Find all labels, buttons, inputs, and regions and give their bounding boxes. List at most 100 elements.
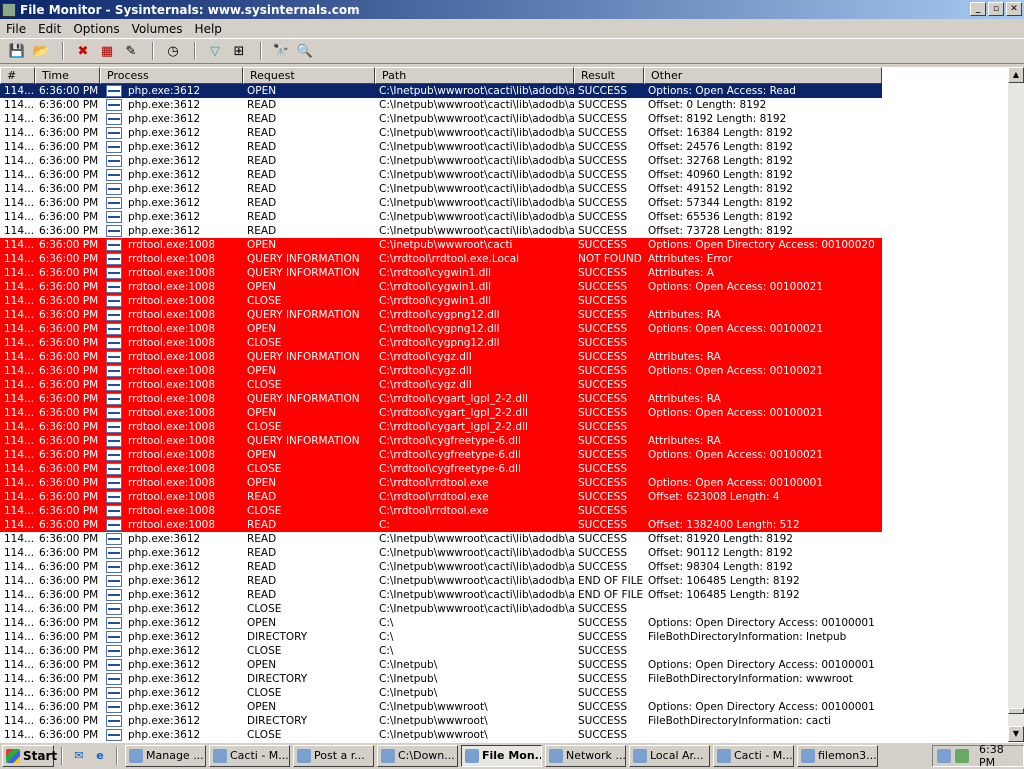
table-row[interactable]: 114... 6:36:00 PM php.exe:3612 DIRECTORY C:\… [0, 630, 1008, 644]
capture-icon[interactable]: ✖ [72, 41, 94, 61]
table-row[interactable]: 114... 6:36:00 PM php.exe:3612 READ C:\Inetp… [0, 588, 1008, 602]
table-row[interactable]: 114... 6:36:00 PM php.exe:3612 OPEN C:\Inetp… [0, 84, 1008, 98]
taskbar-button[interactable]: Cacti - M... [209, 744, 290, 767]
table-row[interactable]: 114... 6:36:00 PM rrdtool.exe:1008 OPEN C:\r… [0, 476, 1008, 490]
event-list[interactable]: # Time Process Request Path Result Other… [0, 67, 1008, 742]
table-row[interactable]: 114... 6:36:00 PM rrdtool.exe:1008 READ C:\r… [0, 490, 1008, 504]
cell-path-text: C:\rrdtool\cygpng12.dll [379, 309, 500, 321]
table-row[interactable]: 114... 6:36:00 PM php.exe:3612 READ C:\Inetp… [0, 532, 1008, 546]
taskbar-button[interactable]: Post a r... [293, 744, 374, 767]
table-row[interactable]: 114... 6:36:00 PM php.exe:3612 READ C:\Inetp… [0, 112, 1008, 126]
table-row[interactable]: 114... 6:36:00 PM php.exe:3612 READ C:\Inetp… [0, 168, 1008, 182]
quicklaunch-ie-icon[interactable]: e [91, 747, 109, 765]
quicklaunch-outlook-icon[interactable]: ✉ [70, 747, 88, 765]
taskbar-button[interactable]: File Mon... [461, 744, 542, 767]
vertical-scrollbar[interactable]: ▲ ▼ [1008, 67, 1024, 742]
cell-request: READ [243, 168, 375, 182]
menu-edit[interactable]: Edit [32, 22, 67, 36]
table-row[interactable]: 114... 6:36:00 PM rrdtool.exe:1008 OPEN C:\r… [0, 322, 1008, 336]
table-row[interactable]: 114... 6:36:00 PM php.exe:3612 OPEN C:\Inetp… [0, 700, 1008, 714]
header-time[interactable]: Time [35, 67, 100, 84]
table-row[interactable]: 114... 6:36:00 PM php.exe:3612 OPEN C:\ SUCCE… [0, 616, 1008, 630]
table-row[interactable]: 114... 6:36:00 PM rrdtool.exe:1008 CLOSE C:\… [0, 336, 1008, 350]
table-row[interactable]: 114... 6:36:00 PM rrdtool.exe:1008 OPEN C:\r… [0, 406, 1008, 420]
table-row[interactable]: 114... 6:36:00 PM rrdtool.exe:1008 READ C: SU… [0, 518, 1008, 532]
table-row[interactable]: 114... 6:36:00 PM php.exe:3612 CLOSE C:\Inet… [0, 728, 1008, 742]
taskbar-button[interactable]: Network ... [545, 744, 626, 767]
table-row[interactable]: 114... 6:36:00 PM rrdtool.exe:1008 CLOSE C:\… [0, 420, 1008, 434]
time-icon[interactable]: ◷ [162, 41, 184, 61]
start-button[interactable]: Start [2, 744, 57, 767]
table-row[interactable]: 114... 6:36:00 PM php.exe:3612 READ C:\Inetp… [0, 560, 1008, 574]
tray-app-icon[interactable] [955, 748, 969, 763]
table-row[interactable]: 114... 6:36:00 PM php.exe:3612 READ C:\Inetp… [0, 182, 1008, 196]
table-row[interactable]: 114... 6:36:00 PM rrdtool.exe:1008 QUERY IN… [0, 434, 1008, 448]
table-row[interactable]: 114... 6:36:00 PM rrdtool.exe:1008 CLOSE C:\… [0, 294, 1008, 308]
header-request[interactable]: Request [243, 67, 375, 84]
header-process[interactable]: Process [100, 67, 243, 84]
menu-volumes[interactable]: Volumes [126, 22, 189, 36]
taskbar-button[interactable]: C:\Down... [377, 744, 458, 767]
table-row[interactable]: 114... 6:36:00 PM rrdtool.exe:1008 OPEN C:\i… [0, 238, 1008, 252]
table-row[interactable]: 114... 6:36:00 PM php.exe:3612 CLOSE C:\ SUCC… [0, 644, 1008, 658]
header-other[interactable]: Other [644, 67, 882, 84]
table-row[interactable]: 114... 6:36:00 PM php.exe:3612 READ C:\Inetp… [0, 196, 1008, 210]
scroll-down-button[interactable]: ▼ [1008, 726, 1024, 742]
taskbar-button[interactable]: Local Ar... [629, 744, 710, 767]
table-row[interactable]: 114... 6:36:00 PM php.exe:3612 READ C:\Inetp… [0, 546, 1008, 560]
cell-other: Offset: 8192 Length: 8192 [644, 112, 882, 126]
table-row[interactable]: 114... 6:36:00 PM rrdtool.exe:1008 OPEN C:\r… [0, 448, 1008, 462]
table-row[interactable]: 114... 6:36:00 PM php.exe:3612 READ C:\Inetp… [0, 574, 1008, 588]
table-row[interactable]: 114... 6:36:00 PM php.exe:3612 DIRECTORY C:\… [0, 714, 1008, 728]
taskbar-button[interactable]: Manage ... [125, 744, 206, 767]
table-row[interactable]: 114... 6:36:00 PM php.exe:3612 CLOSE C:\Inet… [0, 686, 1008, 700]
table-row[interactable]: 114... 6:36:00 PM php.exe:3612 READ C:\Inetp… [0, 210, 1008, 224]
autoscroll-icon[interactable]: ▦ [96, 41, 118, 61]
network-tray-icon[interactable] [937, 748, 951, 763]
table-row[interactable]: 114... 6:36:00 PM php.exe:3612 READ C:\Inetp… [0, 126, 1008, 140]
table-row[interactable]: 114... 6:36:00 PM rrdtool.exe:1008 CLOSE C:\… [0, 462, 1008, 476]
cell-process-text: php.exe:3612 [128, 183, 201, 195]
menu-help[interactable]: Help [189, 22, 228, 36]
table-row[interactable]: 114... 6:36:00 PM rrdtool.exe:1008 QUERY IN… [0, 266, 1008, 280]
taskbar-button[interactable]: filemon3... [797, 744, 878, 767]
table-row[interactable]: 114... 6:36:00 PM rrdtool.exe:1008 QUERY IN… [0, 392, 1008, 406]
save-icon[interactable]: 💾 [6, 41, 28, 61]
table-row[interactable]: 114... 6:36:00 PM php.exe:3612 READ C:\Inetp… [0, 224, 1008, 238]
table-row[interactable]: 114... 6:36:00 PM php.exe:3612 DIRECTORY C:\… [0, 672, 1008, 686]
table-row[interactable]: 114... 6:36:00 PM rrdtool.exe:1008 CLOSE C:\… [0, 378, 1008, 392]
table-row[interactable]: 114... 6:36:00 PM rrdtool.exe:1008 QUERY IN… [0, 350, 1008, 364]
table-row[interactable]: 114... 6:36:00 PM rrdtool.exe:1008 QUERY IN… [0, 308, 1008, 322]
taskbar-button[interactable]: Cacti - M... [713, 744, 794, 767]
maximize-button[interactable]: ▫ [988, 2, 1004, 16]
table-row[interactable]: 114... 6:36:00 PM rrdtool.exe:1008 QUERY IN… [0, 252, 1008, 266]
menu-options[interactable]: Options [67, 22, 125, 36]
cell-other-text: Options: Open Access: 00100021 [648, 449, 824, 461]
scroll-up-button[interactable]: ▲ [1008, 67, 1024, 83]
table-row[interactable]: 114... 6:36:00 PM rrdtool.exe:1008 OPEN C:\r… [0, 280, 1008, 294]
header-number[interactable]: # [0, 67, 35, 84]
open-icon[interactable]: 📂 [30, 41, 52, 61]
cell-result-text: SUCCESS [578, 337, 627, 349]
cell-time: 6:36:00 PM [35, 252, 100, 266]
table-row[interactable]: 114... 6:36:00 PM php.exe:3612 READ C:\Inetp… [0, 98, 1008, 112]
table-row[interactable]: 114... 6:36:00 PM rrdtool.exe:1008 CLOSE C:\… [0, 504, 1008, 518]
cell-result-text: SUCCESS [578, 477, 627, 489]
close-button[interactable]: ✕ [1006, 2, 1022, 16]
explorer-jump-icon[interactable]: 🔍 [294, 41, 316, 61]
filter-icon[interactable]: ▽ [204, 41, 226, 61]
table-row[interactable]: 114... 6:36:00 PM php.exe:3612 READ C:\Inetp… [0, 154, 1008, 168]
table-row[interactable]: 114... 6:36:00 PM rrdtool.exe:1008 OPEN C:\r… [0, 364, 1008, 378]
minimize-button[interactable]: _ [970, 2, 986, 16]
find-icon[interactable]: 🔭 [270, 41, 292, 61]
header-result[interactable]: Result [574, 67, 644, 84]
table-row[interactable]: 114... 6:36:00 PM php.exe:3612 CLOSE C:\Inet… [0, 602, 1008, 616]
clear-icon[interactable]: ✎ [120, 41, 142, 61]
cell-request-text: READ [247, 113, 277, 125]
menu-file[interactable]: File [0, 22, 32, 36]
table-row[interactable]: 114... 6:36:00 PM php.exe:3612 READ C:\Inetp… [0, 140, 1008, 154]
table-row[interactable]: 114... 6:36:00 PM php.exe:3612 OPEN C:\Inetp… [0, 658, 1008, 672]
scroll-thumb[interactable] [1008, 708, 1024, 714]
highlight-icon[interactable]: ⊞ [228, 41, 250, 61]
header-path[interactable]: Path [375, 67, 574, 84]
